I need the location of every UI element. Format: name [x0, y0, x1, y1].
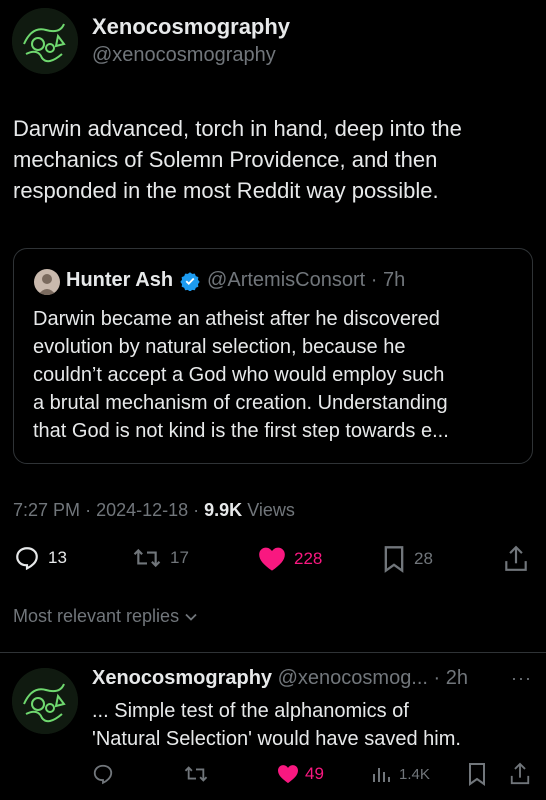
share-icon: [510, 762, 530, 785]
separator-dot: ·: [193, 500, 205, 520]
views-count: 9.9K: [204, 500, 243, 520]
tweet-text-line: mechanics of Solemn Providence, and then: [13, 147, 438, 172]
reply-share-button[interactable]: [509, 762, 539, 786]
reply-bookmark-button[interactable]: [467, 762, 495, 786]
quote-time[interactable]: 7h: [383, 269, 405, 292]
heart-filled-icon: [259, 547, 285, 571]
share-button[interactable]: [503, 545, 537, 573]
reply-header: Xenocosmography @xenocosmog... · 2h: [92, 667, 468, 690]
share-icon: [505, 545, 527, 571]
quote-text-line: evolution by natural selection, because …: [33, 336, 406, 358]
reply-text-line: ... Simple test of the alphanomics of: [92, 700, 409, 722]
author-handle[interactable]: @xenocosmography: [92, 44, 276, 67]
chevron-down-icon: [185, 613, 197, 621]
person-icon: [38, 274, 56, 295]
quote-text-line: that God is not kind is the first step t…: [33, 420, 449, 442]
verified-badge-icon: [180, 271, 200, 291]
replies-sort-label: Most relevant replies: [13, 606, 180, 626]
heart-filled-icon: [278, 765, 298, 784]
quote-author-avatar: [34, 269, 60, 295]
retweet-icon: [184, 766, 208, 782]
reply-author-handle[interactable]: @xenocosmog...: [278, 667, 428, 689]
reply-author-name[interactable]: Xenocosmography: [92, 667, 272, 689]
reply-text-line: 'Natural Selection' would have saved him…: [92, 728, 461, 750]
retweet-count: 17: [170, 548, 189, 567]
quote-author-name[interactable]: Hunter Ash: [66, 269, 173, 292]
tweet-date[interactable]: 2024-12-18: [96, 500, 188, 520]
author-avatar[interactable]: [12, 8, 78, 74]
more-icon: ···: [511, 668, 532, 688]
reply-retweet-button[interactable]: [184, 763, 216, 785]
reply-icon: [16, 547, 38, 571]
author-display-name[interactable]: Xenocosmography: [92, 14, 290, 40]
reply-views-count: 1.4K: [399, 765, 430, 783]
reply-icon: [93, 764, 113, 785]
bookmark-count: 28: [414, 549, 433, 568]
separator-dot: ·: [365, 269, 383, 291]
replies-sort-dropdown[interactable]: Most relevant replies: [13, 606, 199, 627]
reply-reply-button[interactable]: [92, 763, 122, 785]
reply-count: 13: [48, 548, 67, 567]
reply-views-button[interactable]: 1.4K: [371, 764, 430, 784]
quote-text-line: Darwin became an atheist after he discov…: [33, 308, 440, 330]
avatar-glyph-icon: [12, 668, 78, 734]
like-count: 228: [294, 549, 323, 568]
more-options-button[interactable]: ···: [511, 668, 532, 689]
quote-text: Darwin became an atheist after he discov…: [33, 305, 523, 445]
retweet-icon: [133, 548, 161, 568]
reply-like-count: 49: [305, 764, 324, 783]
tweet-meta: 7:27 PM · 2024-12-18 · 9.9K Views: [13, 500, 295, 521]
reply-like-button[interactable]: 49: [277, 764, 324, 784]
section-divider: [0, 652, 546, 653]
avatar-glyph-icon: [12, 8, 78, 74]
retweet-button[interactable]: 17: [132, 545, 189, 571]
separator-dot: ·: [433, 667, 441, 689]
quote-text-line: a brutal mechanism of creation. Understa…: [33, 392, 448, 414]
quote-text-line: couldn’t accept a God who would employ s…: [33, 364, 445, 386]
reply-time[interactable]: 2h: [446, 667, 468, 689]
like-button[interactable]: 228: [258, 546, 322, 572]
tweet-text: Darwin advanced, torch in hand, deep int…: [13, 113, 538, 206]
reply-author-avatar[interactable]: [12, 668, 78, 734]
quote-author-handle[interactable]: @ArtemisConsort: [207, 269, 365, 292]
reply-button[interactable]: 13: [14, 545, 67, 571]
tweet-text-line: responded in the most Reddit way possibl…: [13, 178, 439, 203]
reply-text: ... Simple test of the alphanomics of 'N…: [92, 697, 532, 753]
tweet-text-line: Darwin advanced, torch in hand, deep int…: [13, 116, 462, 141]
separator-dot: ·: [85, 500, 97, 520]
tweet-time[interactable]: 7:27 PM: [13, 500, 80, 520]
bookmark-icon: [469, 763, 485, 786]
views-label: Views: [247, 500, 295, 520]
bookmark-icon: [384, 546, 404, 573]
bookmark-button[interactable]: 28: [382, 545, 433, 573]
analytics-icon: [373, 768, 390, 782]
quoted-tweet[interactable]: Hunter Ash @ArtemisConsort · 7h Darwin b…: [13, 248, 533, 464]
